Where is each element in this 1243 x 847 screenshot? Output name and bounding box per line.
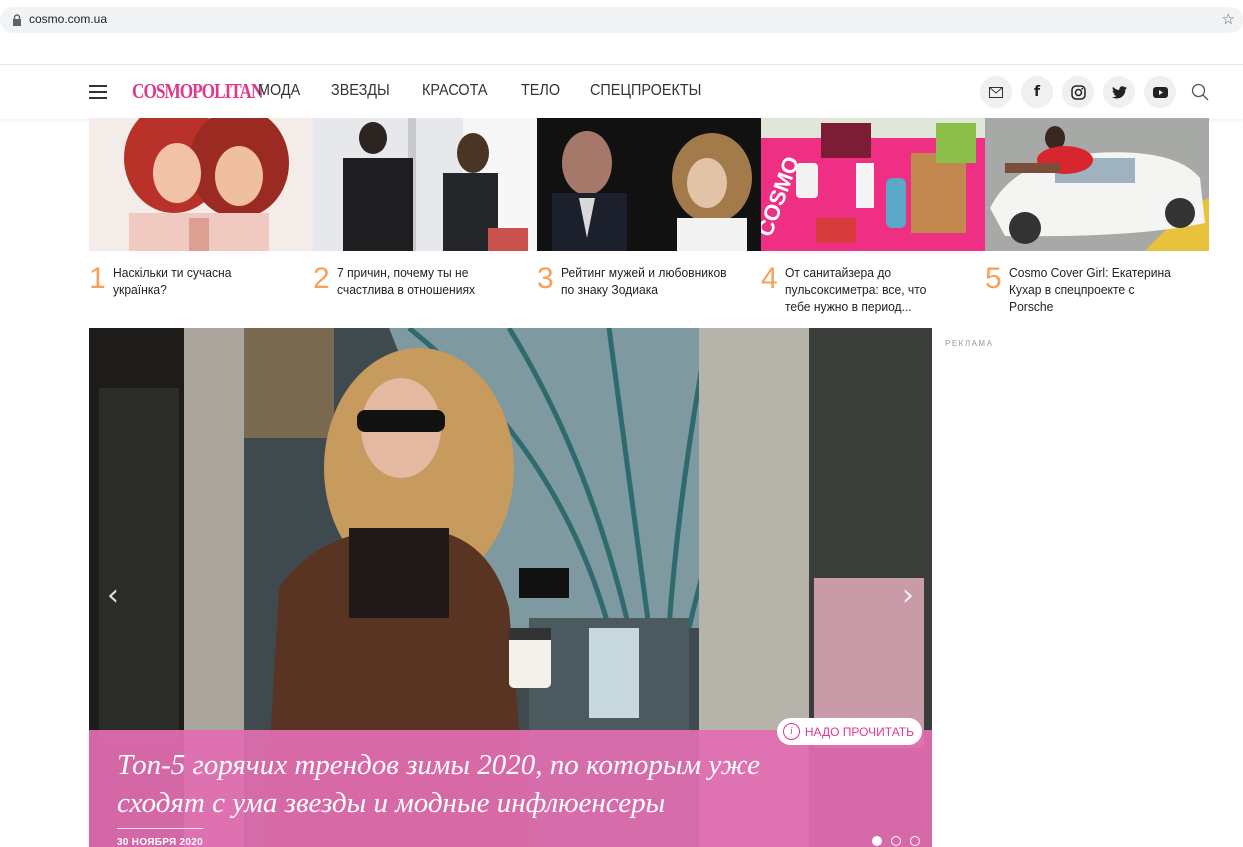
story-number: 5 <box>985 262 1002 295</box>
search-icon[interactable] <box>1191 83 1209 101</box>
nav-item-krasota[interactable]: КРАСОТА <box>422 82 488 100</box>
lock-icon <box>13 14 21 26</box>
info-icon: i <box>782 723 800 740</box>
main-nav: МОДА ЗВЕЗДЫ КРАСОТА ТЕЛО СПЕЦПРОЕКТЫ <box>258 82 740 100</box>
story-item[interactable]: 4 От санитайзера до пульсоксиметра: все,… <box>761 262 985 315</box>
story-number: 1 <box>89 262 106 295</box>
nav-item-zvezdy[interactable]: ЗВЕЗДЫ <box>331 82 390 100</box>
story-title[interactable]: Cosmo Cover Girl: Екатерина Кухар в спец… <box>1009 264 1176 315</box>
story-number: 2 <box>313 262 330 295</box>
youtube-icon[interactable] <box>1144 76 1176 108</box>
slider-dot-1[interactable] <box>872 836 882 846</box>
ad-label: РЕКЛАМА <box>945 339 994 348</box>
story-number: 3 <box>537 262 554 295</box>
hero-slider[interactable]: ‹ › i НАДО ПРОЧИТАТЬ Топ-5 горячих тренд… <box>89 328 932 847</box>
badge-label: НАДО ПРОЧИТАТЬ <box>804 724 914 739</box>
bookmark-star-icon[interactable]: ☆ <box>1222 10 1235 28</box>
menu-icon[interactable] <box>89 85 107 99</box>
nav-item-specproekty[interactable]: СПЕЦПРОЕКТЫ <box>590 82 701 100</box>
hero-date: 30 НОЯБРЯ 2020 <box>117 837 203 847</box>
instagram-icon[interactable] <box>1062 76 1094 108</box>
top-stories-list: 1 Наскільки ти сучасна українка? 2 7 при… <box>89 262 1209 315</box>
hero-caption[interactable]: i НАДО ПРОЧИТАТЬ Топ-5 горячих трендов з… <box>89 718 932 847</box>
twitter-icon[interactable] <box>1103 76 1135 108</box>
site-logo[interactable]: COSMOPOLITAN <box>132 79 263 104</box>
top-stories-images: COSMO <box>89 118 1209 251</box>
story-title[interactable]: Наскільки ти сучасна українка? <box>113 264 280 315</box>
story-item[interactable]: 2 7 причин, почему ты не счастлива в отн… <box>313 262 537 315</box>
story-image-4[interactable]: COSMO <box>761 118 985 251</box>
slider-dot-2[interactable] <box>891 836 901 846</box>
story-item[interactable]: 5 Cosmo Cover Girl: Екатерина Кухар в сп… <box>985 262 1209 315</box>
story-image-1[interactable] <box>89 118 313 251</box>
story-image-5[interactable] <box>985 118 1209 251</box>
story-title[interactable]: Рейтинг мужей и любовников по знаку Зоди… <box>561 264 728 315</box>
story-image-3[interactable] <box>537 118 761 251</box>
story-image-2[interactable] <box>313 118 537 251</box>
mail-icon[interactable] <box>980 76 1012 108</box>
address-bar[interactable]: cosmo.com.ua ☆ <box>0 7 1243 33</box>
slider-dots <box>863 836 920 846</box>
nav-item-telo[interactable]: ТЕЛО <box>521 82 560 100</box>
social-links: f <box>980 76 1185 108</box>
hero-headline[interactable]: Топ-5 горячих трендов зимы 2020, по кото… <box>117 746 837 822</box>
story-item[interactable]: 3 Рейтинг мужей и любовников по знаку Зо… <box>537 262 761 315</box>
story-title[interactable]: От санитайзера до пульсоксиметра: все, ч… <box>785 264 952 315</box>
story-title[interactable]: 7 причин, почему ты не счастлива в отнош… <box>337 264 504 315</box>
story-number: 4 <box>761 262 778 295</box>
slider-dot-3[interactable] <box>910 836 920 846</box>
prev-slide-icon[interactable]: ‹ <box>107 578 119 613</box>
url-text[interactable]: cosmo.com.ua <box>29 12 107 26</box>
facebook-icon[interactable]: f <box>1021 76 1053 108</box>
nav-item-moda[interactable]: МОДА <box>258 82 300 100</box>
divider <box>117 828 203 829</box>
next-slide-icon[interactable]: › <box>902 578 914 613</box>
must-read-badge[interactable]: i НАДО ПРОЧИТАТЬ <box>776 718 922 745</box>
site-header: COSMOPOLITAN МОДА ЗВЕЗДЫ КРАСОТА ТЕЛО СП… <box>0 64 1243 119</box>
story-item[interactable]: 1 Наскільки ти сучасна українка? <box>89 262 313 315</box>
